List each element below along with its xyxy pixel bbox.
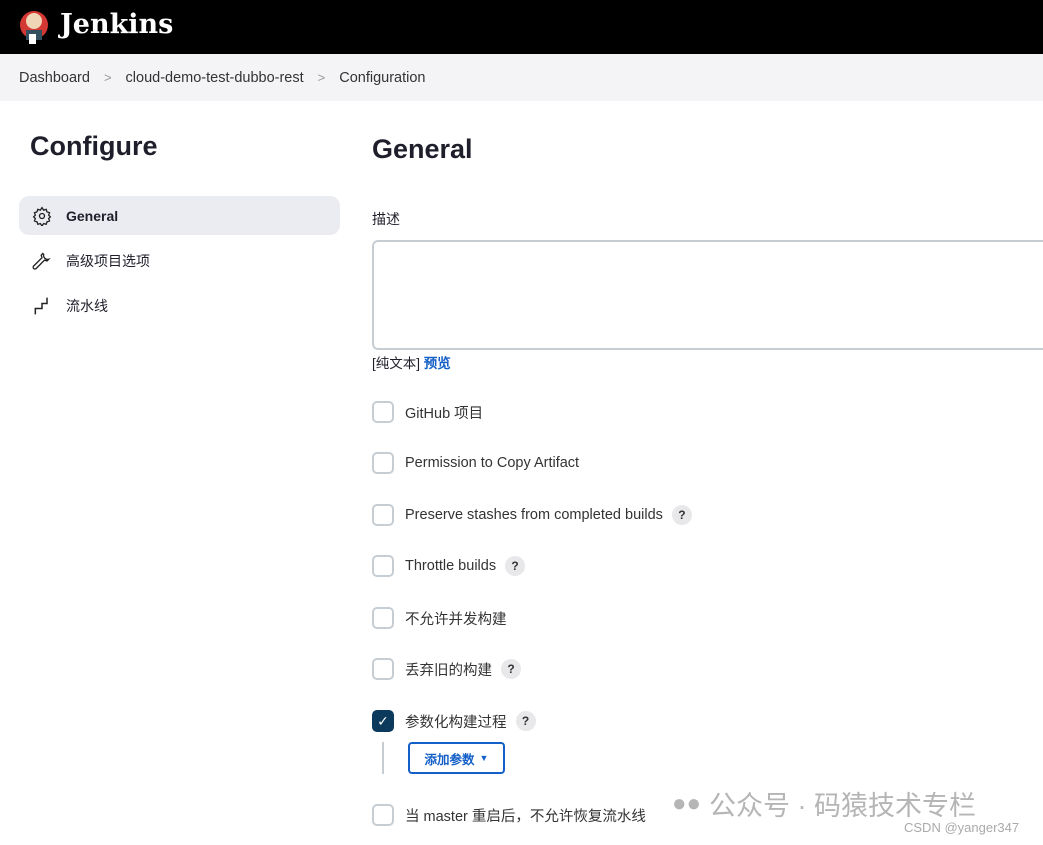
help-icon[interactable]: ? [505,556,525,576]
option-parameterized[interactable]: ✓ 参数化构建过程? [372,710,536,732]
description-input[interactable] [372,240,1043,350]
option-preserve-stashes[interactable]: Preserve stashes from completed builds? [372,504,692,526]
option-label: Throttle builds [405,558,496,574]
checkbox[interactable] [372,452,394,474]
pipeline-icon [32,296,52,316]
sidebar-item-pipeline[interactable]: 流水线 [19,286,340,325]
breadcrumb: Dashboard > cloud-demo-test-dubbo-rest >… [0,54,1043,101]
preview-link[interactable]: 预览 [424,356,451,371]
sidebar-item-general[interactable]: General [19,196,340,235]
option-no-concurrent[interactable]: 不允许并发构建 [372,607,507,629]
option-no-resume[interactable]: 当 master 重启后，不允许恢复流水线 [372,804,646,826]
checkbox[interactable] [372,658,394,680]
option-discard-old[interactable]: 丢弃旧的构建? [372,658,521,680]
watermark-credit: CSDN @yanger347 [904,820,1019,835]
breadcrumb-configuration[interactable]: Configuration [339,70,425,86]
sidebar-title: Configure [30,131,158,162]
button-label: 添加参数 [425,749,475,768]
option-label: 当 master 重启后，不允许恢复流水线 [405,805,646,826]
section-title: General [372,134,473,165]
checkbox[interactable] [372,607,394,629]
add-parameter-button[interactable]: 添加参数 ▼ [408,742,505,774]
checkbox-checked[interactable]: ✓ [372,710,394,732]
checkbox[interactable] [372,555,394,577]
checkbox[interactable] [372,804,394,826]
nested-indicator [382,742,384,774]
help-icon[interactable]: ? [501,659,521,679]
wrench-icon [32,251,52,271]
sidebar-item-label: 流水线 [66,296,108,316]
option-label: 丢弃旧的构建 [405,659,492,680]
option-label: 不允许并发构建 [405,608,507,629]
caret-down-icon: ▼ [480,753,489,763]
plain-text-label: [纯文本] [372,356,420,371]
description-label: 描述 [372,209,400,229]
option-label: Preserve stashes from completed builds [405,507,663,523]
help-icon[interactable]: ? [516,711,536,731]
chevron-right-icon: > [318,70,326,85]
gear-icon [32,206,52,226]
brand-name[interactable]: Jenkins [60,9,173,40]
sidebar-item-label: 高级项目选项 [66,251,150,271]
checkbox[interactable] [372,401,394,423]
jenkins-logo-icon[interactable] [19,8,49,46]
option-github[interactable]: GitHub 项目 [372,401,483,423]
option-label: GitHub 项目 [405,402,483,423]
sidebar-item-label: General [66,208,118,224]
help-icon[interactable]: ? [672,505,692,525]
breadcrumb-job[interactable]: cloud-demo-test-dubbo-rest [126,70,304,86]
checkbox[interactable] [372,504,394,526]
chevron-right-icon: > [104,70,112,85]
breadcrumb-dashboard[interactable]: Dashboard [19,70,90,86]
option-label: 参数化构建过程 [405,711,507,732]
format-hint: [纯文本] 预览 [372,352,451,372]
watermark-text: 公众号 · 码猿技术专栏 [709,784,976,823]
sidebar-item-advanced[interactable]: 高级项目选项 [19,241,340,280]
option-copy-artifact[interactable]: Permission to Copy Artifact [372,452,579,474]
option-label: Permission to Copy Artifact [405,455,579,471]
option-throttle[interactable]: Throttle builds? [372,555,525,577]
watermark: ●● 公众号 · 码猿技术专栏 [672,784,976,823]
top-bar: Jenkins [0,0,1043,54]
wechat-icon: ●● [672,790,701,818]
